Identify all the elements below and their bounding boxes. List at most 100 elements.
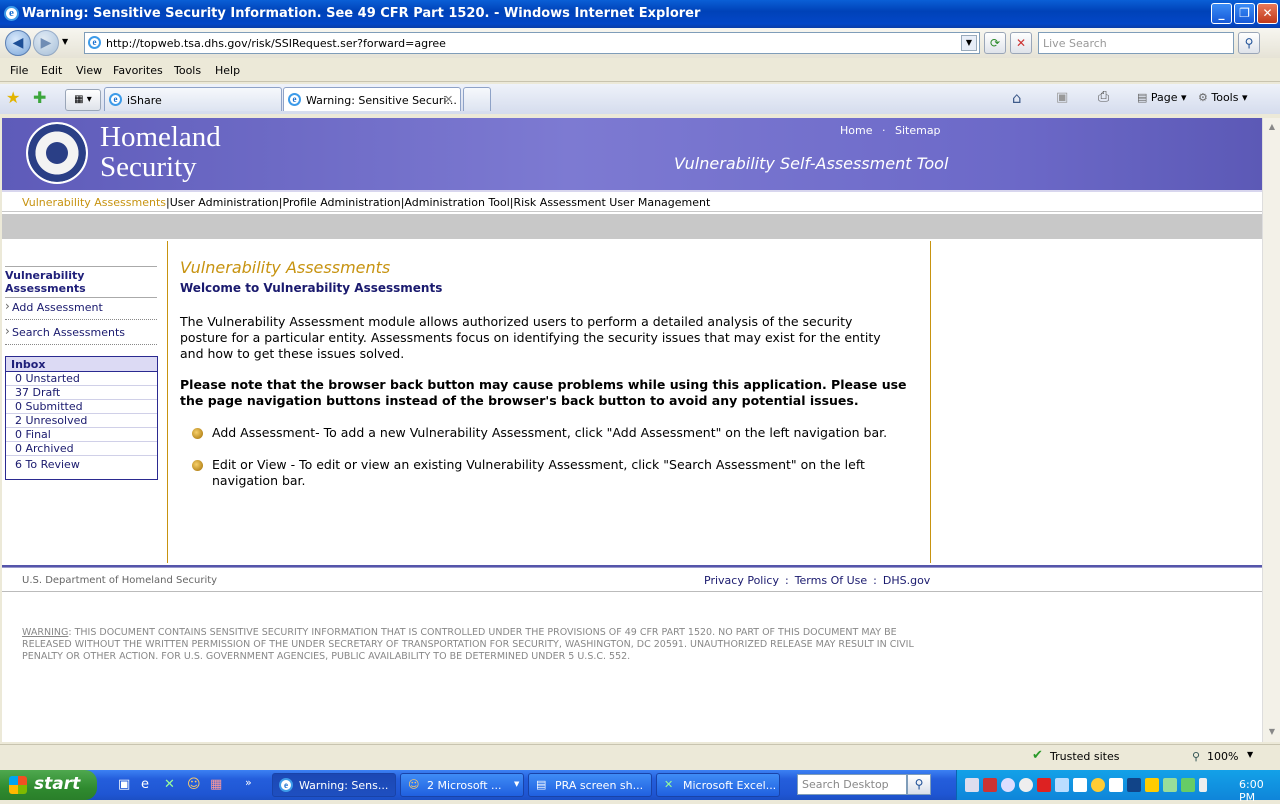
terms-of-use-link[interactable]: Terms Of Use (795, 574, 867, 587)
address-url: http://topweb.tsa.dhs.gov/risk/SSIReques… (106, 37, 446, 50)
quicklaunch-more-icon[interactable]: » (245, 776, 252, 789)
tray-clock-icon[interactable] (1019, 778, 1033, 792)
page-title: Vulnerability Assessments (180, 258, 391, 277)
tray-antivirus-icon[interactable] (983, 778, 997, 792)
inbox-unstarted[interactable]: 0 Unstarted (6, 372, 157, 386)
tab-close-icon[interactable]: ✕ (444, 93, 453, 106)
security-zone[interactable]: Trusted sites (1050, 750, 1120, 763)
inbox-draft[interactable]: 37 Draft (6, 386, 157, 400)
tab-warning[interactable]: e Warning: Sensitive Securi... ✕ (283, 87, 461, 111)
footer-org: U.S. Department of Homeland Security (22, 575, 218, 586)
tray-usb-icon[interactable] (1181, 778, 1195, 792)
privacy-policy-link[interactable]: Privacy Policy (704, 574, 779, 587)
nav-vulnerability-assessments[interactable]: Vulnerability Assessments (22, 196, 166, 209)
dhs-gov-link[interactable]: DHS.gov (883, 574, 930, 587)
task-excel[interactable]: ✕ Microsoft Excel... (656, 773, 780, 797)
sidebar-search-assessments[interactable]: Search Assessments (5, 321, 157, 345)
zoom-icon: ⚲ (1192, 750, 1201, 763)
menu-tools[interactable]: Tools (174, 64, 201, 77)
task-ie-warning[interactable]: e Warning: Sens... (272, 773, 396, 797)
address-input[interactable]: e http://topweb.tsa.dhs.gov/risk/SSIRequ… (84, 32, 980, 54)
inbox-unresolved[interactable]: 2 Unresolved (6, 414, 157, 428)
tab-bar: ★ ✚ ▦ ▾ e iShare e Warning: Sensitive Se… (0, 84, 1280, 114)
favorites-star-icon[interactable]: ★ (6, 88, 20, 107)
footer-links: Privacy Policy: Terms Of Use: DHS.gov (704, 574, 931, 587)
inbox-archived[interactable]: 0 Archived (6, 442, 157, 456)
quicklaunch-desktop-icon[interactable]: ▣ (118, 777, 130, 792)
task-pra-screen[interactable]: ▤ PRA screen sh... (528, 773, 652, 797)
menu-favorites[interactable]: Favorites (113, 64, 163, 77)
print-icon[interactable]: ⎙ (1098, 89, 1109, 105)
desktop-search-input[interactable]: Search Desktop (797, 774, 907, 795)
tools-menu[interactable]: ⚙ Tools ▾ (1198, 91, 1248, 104)
window-titlebar[interactable]: e Warning: Sensitive Security Informatio… (0, 0, 1280, 28)
sitemap-link[interactable]: Sitemap (895, 124, 941, 137)
page-viewport: Homeland Security Home · Sitemap Vulnera… (2, 118, 1262, 742)
nav-risk-assessment-user-management[interactable]: Risk Assessment User Management (514, 196, 711, 209)
tray-update-icon[interactable] (1073, 778, 1087, 792)
menu-file[interactable]: File (10, 64, 28, 77)
vertical-scrollbar[interactable]: ▲ ▼ (1262, 118, 1280, 742)
refresh-icon[interactable]: ⟳ (984, 32, 1006, 54)
back-button[interactable]: ◀ (5, 30, 31, 56)
tray-shield-icon[interactable] (1037, 778, 1051, 792)
tab-ie-icon: e (288, 93, 301, 106)
zoom-dropdown-icon[interactable]: ▼ (1247, 750, 1253, 759)
page-subtitle: Welcome to Vulnerability Assessments (180, 281, 443, 295)
home-icon[interactable]: ⌂ (1012, 89, 1022, 107)
tray-search-icon[interactable] (1001, 778, 1015, 792)
menu-help[interactable]: Help (215, 64, 240, 77)
tray-sync-icon[interactable] (1055, 778, 1069, 792)
clock[interactable]: 6:00 PM (1239, 778, 1280, 804)
sidebar-add-assessment[interactable]: Add Assessment (5, 296, 157, 320)
task-paint-icon: ▤ (536, 778, 547, 791)
forward-button[interactable]: ▶ (33, 30, 59, 56)
close-button[interactable]: ✕ (1257, 3, 1278, 24)
inbox-title: Inbox (6, 357, 157, 372)
site-brand[interactable]: Homeland Security (100, 122, 221, 182)
start-button[interactable]: start (0, 770, 97, 800)
add-favorite-icon[interactable]: ✚ (33, 88, 46, 107)
address-dropdown-icon[interactable]: ▼ (961, 35, 977, 51)
search-icon[interactable]: ⚲ (1238, 32, 1260, 54)
nav-user-administration[interactable]: User Administration (170, 196, 279, 209)
task-microsoft-group[interactable]: ☺ 2 Microsoft ... ▼ (400, 773, 524, 797)
nav-administration-tool[interactable]: Administration Tool (404, 196, 509, 209)
page-menu[interactable]: ▤ Page ▾ (1137, 91, 1187, 104)
live-search-input[interactable]: Live Search (1038, 32, 1234, 54)
intro-text: The Vulnerability Assessment module allo… (180, 314, 881, 361)
tray-vpn-icon[interactable] (1127, 778, 1141, 792)
tray-tool-icon[interactable] (1145, 778, 1159, 792)
taskbar: start ▣ e ✕ ☺ ▦ » e Warning: Sens... ☺ 2 M… (0, 770, 1280, 804)
zoom-level[interactable]: 100% (1207, 750, 1238, 763)
tray-security-icon[interactable] (1163, 778, 1177, 792)
tray-alert-icon[interactable] (1091, 778, 1105, 792)
maximize-button[interactable]: ❐ (1234, 3, 1255, 24)
new-tab-button[interactable] (463, 87, 491, 111)
quick-tabs-icon[interactable]: ▦ ▾ (65, 89, 101, 111)
desktop-search-icon[interactable]: ⚲ (907, 774, 931, 795)
inbox-submitted[interactable]: 0 Submitted (6, 400, 157, 414)
home-link[interactable]: Home (840, 124, 872, 137)
tray-network-icon[interactable] (965, 778, 979, 792)
tab-ishare[interactable]: e iShare (104, 87, 282, 111)
sidebar-heading: Vulnerability Assessments (5, 266, 157, 298)
nav-profile-administration[interactable]: Profile Administration (283, 196, 401, 209)
menu-edit[interactable]: Edit (41, 64, 62, 77)
history-dropdown-icon[interactable]: ▼ (62, 37, 68, 46)
inbox-final[interactable]: 0 Final (6, 428, 157, 442)
gray-divider (2, 214, 1262, 239)
inbox-to-review[interactable]: 6 To Review (6, 458, 157, 472)
quicklaunch-app-icon[interactable]: ▦ (210, 777, 222, 792)
minimize-button[interactable]: _ (1211, 3, 1232, 24)
scroll-down-icon[interactable]: ▼ (1264, 724, 1280, 740)
stop-icon[interactable]: ✕ (1010, 32, 1032, 54)
quicklaunch-outlook-icon[interactable]: ☺ (187, 777, 201, 792)
feeds-icon[interactable]: ▣ (1056, 90, 1068, 105)
quicklaunch-excel-icon[interactable]: ✕ (164, 777, 175, 792)
tray-volume-icon[interactable] (1199, 778, 1207, 792)
menu-view[interactable]: View (76, 64, 102, 77)
quicklaunch-ie-icon[interactable]: e (141, 777, 149, 792)
tray-display-icon[interactable] (1109, 778, 1123, 792)
scroll-up-icon[interactable]: ▲ (1264, 119, 1280, 135)
